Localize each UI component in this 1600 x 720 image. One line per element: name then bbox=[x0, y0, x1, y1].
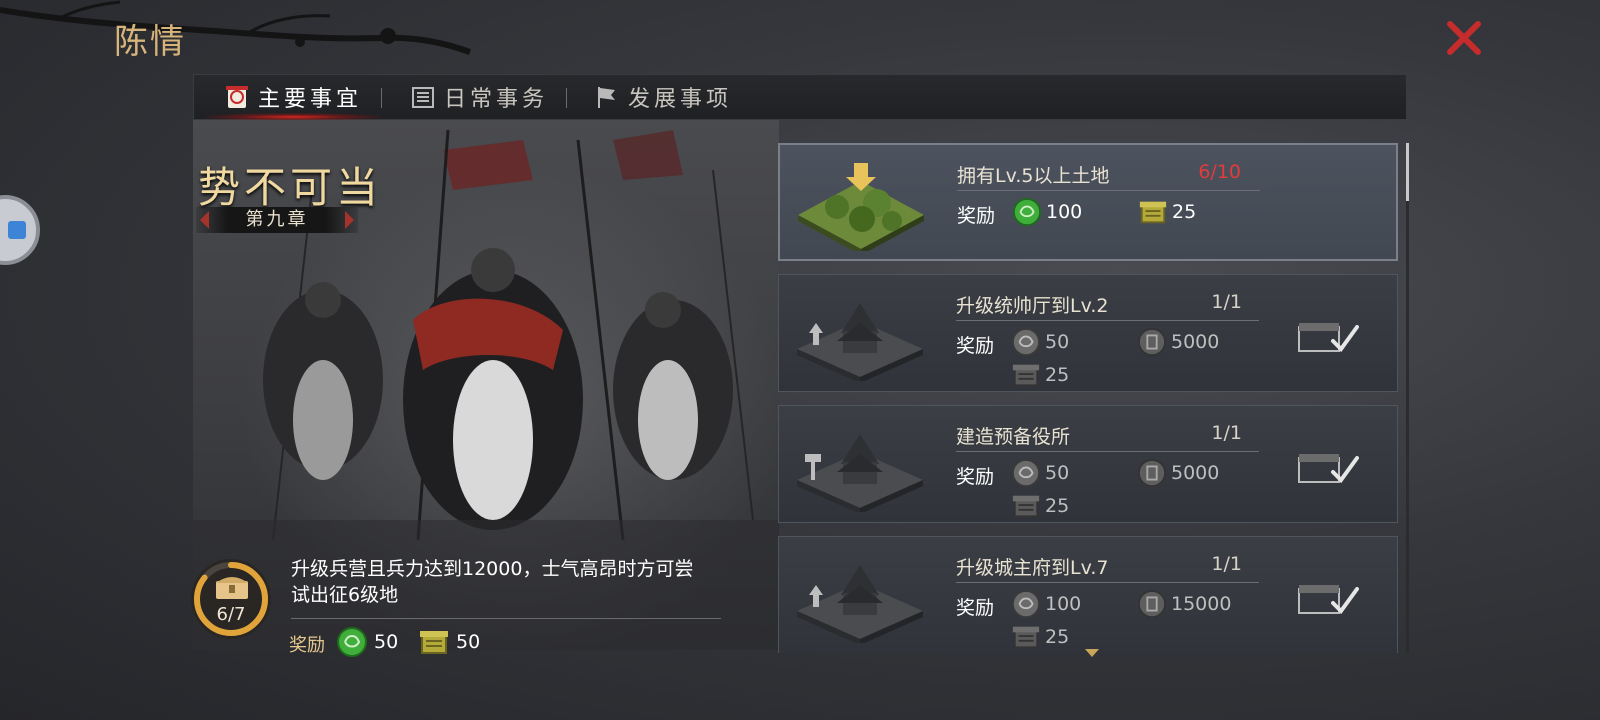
quest-reward: 5000 bbox=[1137, 327, 1219, 357]
quest-reward-label: 奖励 bbox=[957, 205, 996, 227]
quest-reward-label: 奖励 bbox=[956, 466, 995, 488]
flag-icon bbox=[598, 87, 615, 108]
lord-mansion-icon bbox=[797, 565, 923, 643]
divider bbox=[956, 582, 1259, 583]
quest-list: 拥有Lv.5以上土地 6/10 奖励 100 25 升级统帅厅到Lv.2 1/1… bbox=[778, 143, 1398, 653]
tab-label: 主要事宜 bbox=[258, 87, 363, 112]
quest-reward: 50 bbox=[1011, 327, 1069, 357]
copper-coin-icon bbox=[1011, 589, 1041, 619]
scroll-down-arrow-icon[interactable] bbox=[1085, 649, 1099, 657]
grain-chest-icon bbox=[1012, 364, 1040, 387]
silver-coin-icon bbox=[1137, 589, 1167, 619]
tab-label: 日常事务 bbox=[444, 87, 549, 112]
tab-bar: 主要事宜 日常事务 发展事项 bbox=[193, 74, 1407, 121]
branch-decoration bbox=[0, 0, 471, 55]
quest-item[interactable]: 升级城主府到Lv.7 1/1 奖励 100 15000 25 bbox=[778, 536, 1398, 653]
quest-reward-value: 5000 bbox=[1171, 331, 1220, 353]
page-title: 陈情 bbox=[114, 22, 186, 62]
jade-coin-icon bbox=[337, 627, 367, 657]
ledger-icon bbox=[412, 87, 434, 108]
chapter-reward-value: 50 bbox=[456, 631, 481, 653]
chapter-progress-text: 6/7 bbox=[216, 604, 246, 625]
quest-reward: 15000 bbox=[1137, 589, 1231, 619]
quest-progress: 1/1 bbox=[1211, 291, 1242, 313]
quest-progress: 1/1 bbox=[1211, 553, 1242, 575]
grain-chest-icon bbox=[1012, 495, 1040, 518]
quest-reward: 25 bbox=[1011, 360, 1069, 390]
chapter-goal-text: 升级兵营且兵力达到12000，士气高昂时方可尝试出征6级地 bbox=[291, 558, 694, 606]
tab-main-affairs[interactable]: 主要事宜 bbox=[203, 75, 383, 121]
chat-icon bbox=[8, 221, 26, 239]
quest-reward: 100 bbox=[1012, 197, 1082, 227]
command-hall-icon bbox=[797, 303, 923, 381]
tab-divider bbox=[566, 88, 567, 108]
quest-title: 升级城主府到Lv.7 bbox=[956, 557, 1109, 579]
grain-chest-icon bbox=[420, 631, 448, 654]
claimed-chest-icon[interactable] bbox=[1297, 450, 1359, 486]
divider bbox=[956, 320, 1259, 321]
quest-progress: 6/10 bbox=[1198, 161, 1241, 183]
quest-reward: 100 bbox=[1011, 589, 1081, 619]
divider bbox=[956, 451, 1259, 452]
quest-reward-value: 100 bbox=[1046, 201, 1083, 223]
quest-scrollbar-thumb[interactable] bbox=[1406, 143, 1409, 201]
reserve-office-icon bbox=[797, 434, 923, 512]
quest-title: 升级统帅厅到Lv.2 bbox=[956, 295, 1109, 317]
divider bbox=[957, 190, 1260, 191]
divider bbox=[291, 618, 721, 619]
tab-daily-affairs[interactable]: 日常事务 bbox=[410, 75, 548, 119]
tab-development[interactable]: 发展事项 bbox=[594, 75, 732, 119]
quest-reward: 50 bbox=[1011, 458, 1069, 488]
chapter-reward-label: 奖励 bbox=[289, 635, 325, 656]
quest-reward-value: 25 bbox=[1045, 626, 1070, 648]
quest-reward-value: 25 bbox=[1172, 201, 1197, 223]
chapter-reward-value: 50 bbox=[374, 631, 399, 653]
quest-reward-value: 25 bbox=[1045, 495, 1070, 517]
quest-reward-label: 奖励 bbox=[956, 597, 995, 619]
quest-progress: 1/1 bbox=[1211, 422, 1242, 444]
quest-reward-value: 50 bbox=[1045, 462, 1070, 484]
quest-item[interactable]: 建造预备役所 1/1 奖励 50 5000 25 bbox=[778, 405, 1398, 523]
quest-reward-value: 25 bbox=[1045, 364, 1070, 386]
silver-coin-icon bbox=[1137, 458, 1167, 488]
scroll-seal-icon bbox=[226, 86, 248, 108]
side-drawer-tab[interactable] bbox=[0, 195, 40, 265]
quest-item[interactable]: 拥有Lv.5以上土地 6/10 奖励 100 25 bbox=[778, 143, 1398, 261]
quest-reward: 25 bbox=[1011, 491, 1069, 521]
quest-reward-label: 奖励 bbox=[956, 335, 995, 357]
quest-reward-value: 5000 bbox=[1171, 462, 1220, 484]
quest-reward: 25 bbox=[1138, 197, 1196, 227]
silver-coin-icon bbox=[1137, 327, 1167, 357]
quest-reward-value: 100 bbox=[1045, 593, 1082, 615]
chapter-title: 势不可当 bbox=[198, 163, 383, 212]
chapter-subtitle: 第九章 bbox=[196, 207, 358, 233]
tab-divider bbox=[381, 88, 382, 108]
copper-coin-icon bbox=[1011, 327, 1041, 357]
quest-title: 拥有Lv.5以上土地 bbox=[957, 165, 1110, 187]
grain-chest-icon bbox=[1012, 626, 1040, 649]
quest-item[interactable]: 升级统帅厅到Lv.2 1/1 奖励 50 5000 25 bbox=[778, 274, 1398, 392]
claimed-chest-icon[interactable] bbox=[1297, 319, 1359, 355]
claimed-chest-icon[interactable] bbox=[1297, 581, 1359, 617]
quest-reward: 25 bbox=[1011, 622, 1069, 652]
close-icon[interactable] bbox=[1444, 18, 1484, 58]
tab-label: 发展事项 bbox=[628, 87, 733, 112]
quest-reward: 5000 bbox=[1137, 458, 1219, 488]
quest-reward-value: 50 bbox=[1045, 331, 1070, 353]
quest-title: 建造预备役所 bbox=[956, 426, 1071, 448]
land-tile-icon bbox=[798, 163, 924, 251]
quest-scrollbar[interactable] bbox=[1406, 143, 1409, 653]
quest-reward-value: 15000 bbox=[1171, 593, 1232, 615]
chapter-chest-icon bbox=[216, 577, 248, 599]
grain-chest-icon bbox=[1139, 201, 1167, 224]
jade-coin-icon bbox=[1012, 197, 1042, 227]
copper-coin-icon bbox=[1011, 458, 1041, 488]
